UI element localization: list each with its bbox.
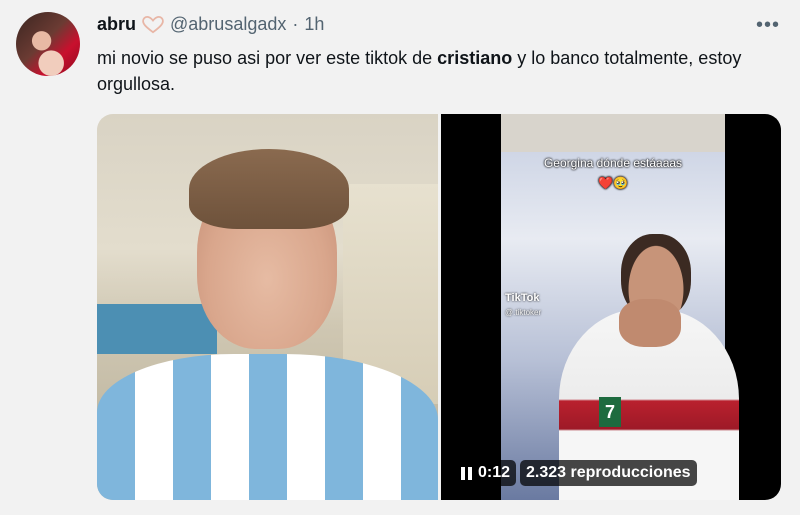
tweet-text: mi novio se puso asi por ver este tiktok… bbox=[97, 45, 787, 97]
tweet-media[interactable]: Georgina dónde estáaaas ❤️🥹 TikTok @.tik… bbox=[97, 114, 781, 500]
tweet-text-part1: mi novio se puso asi por ver este tiktok… bbox=[97, 48, 438, 68]
player-hand bbox=[619, 299, 681, 347]
elapsed-time: 0:12 bbox=[478, 464, 511, 481]
tweet-text-bold: cristiano bbox=[437, 48, 513, 68]
video-controls: 0:12 2.323 reproducciones bbox=[455, 460, 697, 486]
separator-dot: · bbox=[292, 14, 299, 34]
video-player[interactable]: Georgina dónde estáaaas ❤️🥹 TikTok @.tik… bbox=[441, 114, 781, 500]
hair bbox=[189, 149, 349, 229]
shirt-number: 7 bbox=[599, 397, 621, 427]
heart-icon bbox=[142, 15, 164, 33]
playback-pill[interactable]: 0:12 bbox=[455, 460, 517, 486]
overlay-emoji: ❤️🥹 bbox=[598, 176, 628, 190]
phone-top bbox=[501, 114, 725, 152]
timestamp[interactable]: 1h bbox=[304, 14, 324, 35]
author-name[interactable]: abru bbox=[97, 14, 136, 35]
tiktok-watermark-user: @.tiktoker bbox=[505, 308, 542, 317]
tiktok-watermark: TikTok bbox=[505, 292, 540, 304]
selfie-photo[interactable] bbox=[97, 114, 438, 500]
overlay-caption-text: Georgina dónde estáaaas bbox=[543, 156, 683, 170]
author-handle[interactable]: @abrusalgadx bbox=[170, 14, 286, 35]
pause-icon[interactable] bbox=[461, 466, 472, 480]
avatar[interactable] bbox=[16, 12, 80, 76]
more-options-icon[interactable]: ••• bbox=[756, 14, 780, 37]
overlay-caption: Georgina dónde estáaaas ❤️🥹 bbox=[501, 156, 725, 190]
view-count: 2.323 reproducciones bbox=[520, 460, 697, 486]
tweet-header: abru @abrusalgadx · 1h bbox=[97, 14, 324, 35]
wall-stripe bbox=[97, 304, 217, 354]
jersey bbox=[97, 354, 438, 500]
